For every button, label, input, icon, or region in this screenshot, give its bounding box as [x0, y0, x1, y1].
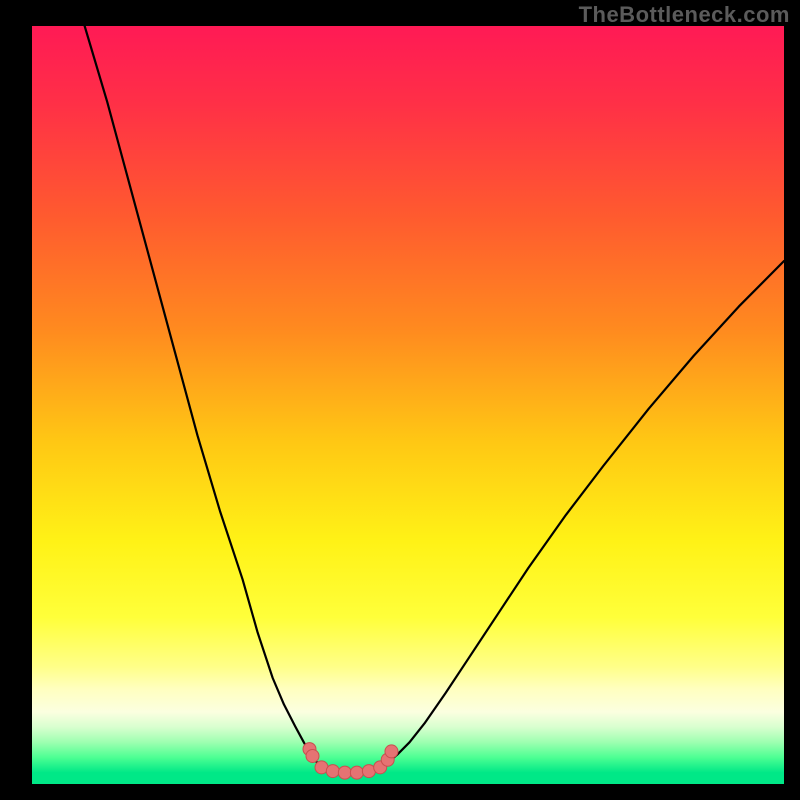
valley-marker: [350, 766, 363, 779]
valley-marker: [326, 765, 339, 778]
plot-background: [32, 26, 784, 784]
valley-marker: [385, 745, 398, 758]
valley-marker: [306, 749, 319, 762]
valley-marker: [338, 766, 351, 779]
bottleneck-chart: [0, 0, 800, 800]
